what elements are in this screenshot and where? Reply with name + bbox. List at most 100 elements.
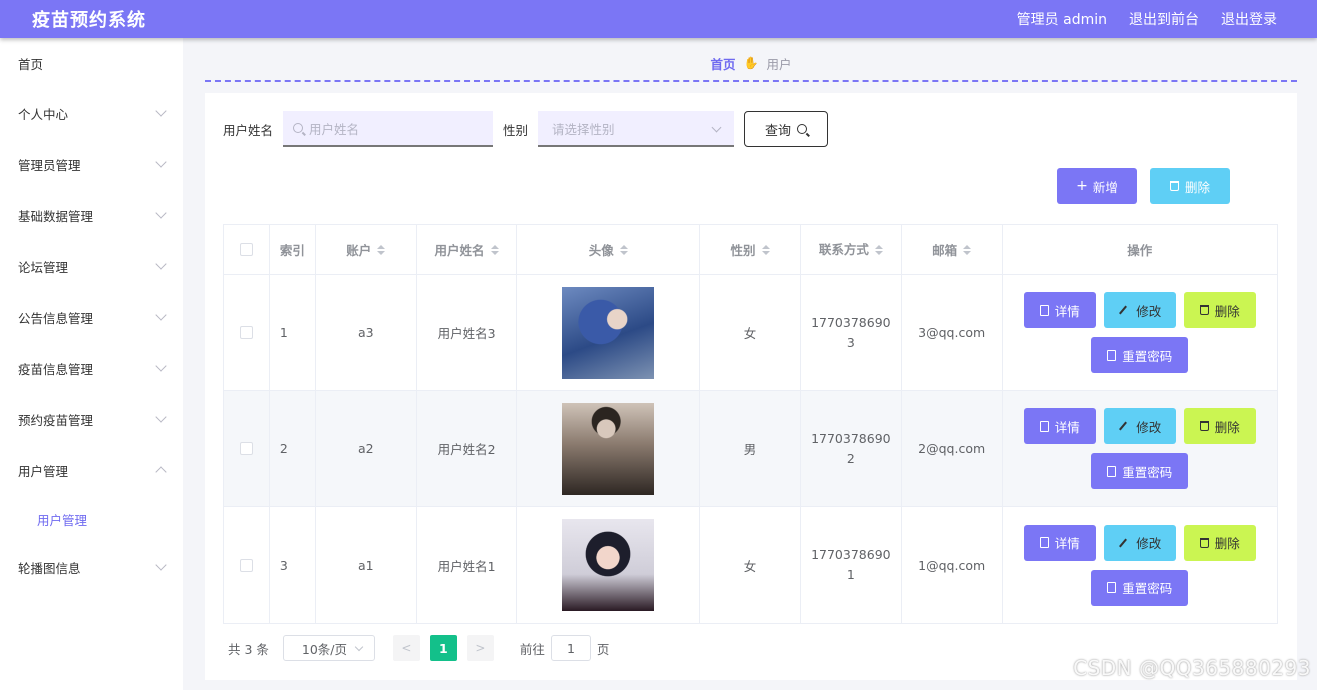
exit-to-front-link[interactable]: 退出到前台 — [1129, 9, 1199, 29]
select-all-cell — [224, 225, 270, 274]
sidebar-item-carousel[interactable]: 轮播图信息 — [0, 542, 183, 593]
next-page-button[interactable]: > — [466, 635, 494, 661]
sidebar-item-vaccine-info[interactable]: 疫苗信息管理 — [0, 343, 183, 394]
document-icon — [1107, 465, 1117, 477]
column-header-name[interactable]: 用户姓名 — [417, 225, 518, 274]
goto-page-input[interactable]: 1 — [550, 635, 591, 661]
row-select-cell — [224, 275, 270, 390]
column-title: 联系方式 — [818, 241, 869, 257]
detail-button[interactable]: 详情 — [1023, 524, 1096, 561]
delete-button[interactable]: 删除 — [1183, 524, 1256, 561]
sidebar: 首页 个人中心 管理员管理 基础数据管理 论坛管理 公告信息管理 疫苗信息管理 … — [0, 38, 183, 690]
delete-button[interactable]: 删除 — [1183, 292, 1256, 328]
edit-button[interactable]: 修改 — [1103, 292, 1176, 328]
reset-password-button[interactable]: 重置密码 — [1091, 337, 1189, 373]
row-checkbox[interactable] — [239, 326, 253, 339]
reset-label: 重置密码 — [1122, 348, 1173, 364]
sidebar-item-label: 预约疫苗管理 — [18, 413, 94, 428]
chevron-down-icon — [155, 207, 167, 219]
breadcrumb-home[interactable]: 首页 — [711, 54, 736, 73]
sidebar-item-personal-center[interactable]: 个人中心 — [0, 88, 183, 139]
sort-icon[interactable] — [490, 244, 499, 255]
sidebar-item-label: 论坛管理 — [18, 260, 69, 275]
column-title: 操作 — [1127, 243, 1153, 258]
cell-index: 3 — [270, 507, 316, 623]
phone-line-1: 1770378690 — [811, 314, 891, 330]
cell-index: 1 — [270, 275, 316, 390]
detail-button[interactable]: 详情 — [1023, 292, 1096, 328]
column-header-email[interactable]: 邮箱 — [902, 225, 1003, 274]
sidebar-item-admin-management[interactable]: 管理员管理 — [0, 139, 183, 190]
gender-select[interactable]: 请选择性别 — [538, 111, 735, 147]
column-header-index: 索引 — [270, 225, 316, 274]
column-title: 头像 — [588, 243, 614, 258]
logout-link[interactable]: 退出登录 — [1221, 9, 1277, 29]
detail-button[interactable]: 详情 — [1023, 408, 1096, 444]
cell-account: a2 — [316, 391, 417, 506]
phone-line-1: 1770378690 — [811, 547, 891, 562]
cell-email: 1@qq.com — [902, 507, 1003, 623]
watermark: CSDN @QQ365880293 — [1073, 656, 1311, 680]
cell-ops: 详情 修改 删除 重置密码 — [1003, 275, 1277, 390]
column-header-account[interactable]: 账户 — [316, 225, 417, 274]
sidebar-subitem-user-management[interactable]: 用户管理 — [0, 496, 183, 542]
cell-email: 2@qq.com — [902, 391, 1003, 506]
cell-name: 用户姓名3 — [417, 275, 518, 390]
query-button[interactable]: 查询 — [744, 111, 829, 147]
row-checkbox[interactable] — [239, 558, 253, 572]
delete-label: 删除 — [1214, 419, 1240, 435]
top-header: 疫苗预约系统 管理员 admin 退出到前台 退出登录 — [0, 0, 1317, 38]
select-all-checkbox[interactable] — [239, 243, 253, 256]
gender-label: 性别 — [503, 122, 529, 138]
page-number-active[interactable]: 1 — [429, 635, 457, 661]
sort-icon[interactable] — [874, 244, 883, 255]
document-icon — [1039, 304, 1049, 316]
sidebar-item-label: 基础数据管理 — [18, 209, 94, 224]
users-table: 索引 账户 用户姓名 头像 性别 联系方式 邮箱 操作 1 a3 用户姓名3 女… — [223, 224, 1278, 624]
name-search-input[interactable]: 用户姓名 — [283, 111, 494, 147]
prev-page-button[interactable]: < — [392, 635, 420, 661]
table-row: 2 a2 用户姓名2 男 1770378690 2 2@qq.com 详情 修改 … — [224, 391, 1277, 507]
cell-avatar — [517, 275, 701, 390]
edit-button[interactable]: 修改 — [1103, 408, 1176, 444]
delete-button[interactable]: 删除 — [1183, 408, 1256, 444]
sort-icon[interactable] — [963, 244, 972, 255]
reset-password-button[interactable]: 重置密码 — [1091, 453, 1189, 489]
row-select-cell — [224, 507, 270, 623]
sidebar-item-announcements[interactable]: 公告信息管理 — [0, 292, 183, 343]
pencil-icon — [1119, 305, 1128, 315]
sidebar-item-user-management[interactable]: 用户管理 — [0, 445, 183, 496]
column-header-phone[interactable]: 联系方式 — [801, 225, 902, 274]
cell-email: 3@qq.com — [902, 275, 1003, 390]
page-size-select[interactable]: 10条/页 — [282, 635, 375, 661]
reset-password-button[interactable]: 重置密码 — [1091, 569, 1189, 606]
total-count: 共 3 条 — [228, 641, 269, 657]
phone-line-2: 3 — [846, 334, 855, 350]
gender-placeholder: 请选择性别 — [552, 121, 615, 137]
phone-line-2: 1 — [846, 567, 855, 582]
detail-label: 详情 — [1054, 536, 1080, 551]
chevron-down-icon — [155, 360, 167, 372]
sidebar-item-basic-data[interactable]: 基础数据管理 — [0, 190, 183, 241]
sort-icon[interactable] — [377, 244, 386, 255]
sidebar-item-forum[interactable]: 论坛管理 — [0, 241, 183, 292]
bulk-delete-button[interactable]: 删除 — [1150, 168, 1230, 204]
chevron-down-icon — [711, 122, 722, 133]
column-header-avatar[interactable]: 头像 — [517, 225, 701, 274]
chevron-down-icon — [155, 258, 167, 270]
sidebar-item-vaccine-appointments[interactable]: 预约疫苗管理 — [0, 394, 183, 445]
search-icon — [293, 123, 304, 133]
phone-line-1: 1770378690 — [811, 430, 891, 446]
sidebar-item-label: 轮播图信息 — [18, 561, 81, 576]
row-checkbox[interactable] — [239, 442, 253, 455]
sort-icon[interactable] — [761, 244, 770, 255]
column-header-gender[interactable]: 性别 — [700, 225, 801, 274]
breadcrumb: 首页 ✋ 用户 — [205, 52, 1297, 82]
sidebar-item-label: 管理员管理 — [18, 158, 81, 173]
sort-icon[interactable] — [619, 244, 628, 255]
add-button[interactable]: + 新增 — [1057, 168, 1137, 204]
edit-button[interactable]: 修改 — [1103, 524, 1176, 561]
sidebar-item-home[interactable]: 首页 — [0, 38, 183, 88]
reset-label: 重置密码 — [1122, 464, 1173, 480]
header-actions: 管理员 admin 退出到前台 退出登录 — [995, 9, 1277, 29]
